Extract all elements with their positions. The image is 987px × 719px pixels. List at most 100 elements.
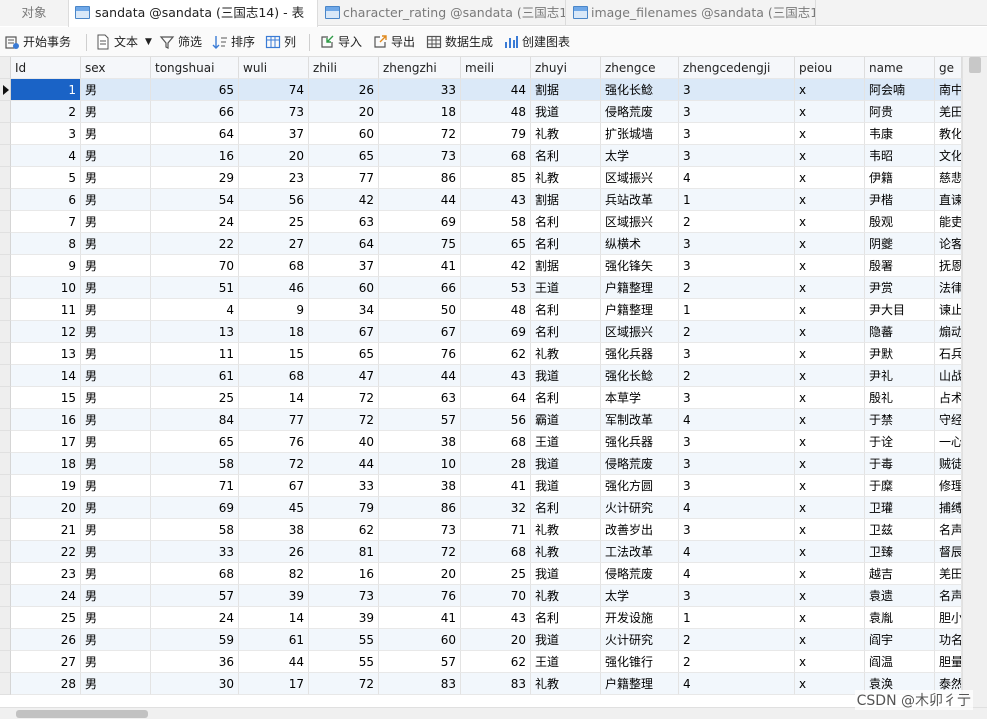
cell-peiou[interactable]: x: [795, 629, 865, 651]
cell-zhili[interactable]: 20: [309, 101, 379, 123]
cell-id[interactable]: 10: [11, 277, 81, 299]
cell-tongshuai[interactable]: 65: [151, 431, 239, 453]
cell-zhili[interactable]: 65: [309, 145, 379, 167]
cell-sex[interactable]: 男: [81, 321, 151, 343]
cell-peiou[interactable]: x: [795, 343, 865, 365]
cell-peiou[interactable]: x: [795, 365, 865, 387]
cell-tongshuai[interactable]: 58: [151, 453, 239, 475]
cell-meili[interactable]: 71: [461, 519, 531, 541]
cell-zhengce[interactable]: 太学: [601, 145, 679, 167]
cell-zhengcedengji[interactable]: 3: [679, 255, 795, 277]
cell-name[interactable]: 伊籍: [865, 167, 935, 189]
cell-tongshuai[interactable]: 68: [151, 563, 239, 585]
cell-name[interactable]: 卫兹: [865, 519, 935, 541]
cell-id[interactable]: 17: [11, 431, 81, 453]
table-row[interactable]: 28 男 30 17 72 83 83 礼教 户籍整理 4 x 袁涣 泰然: [0, 673, 962, 695]
row-indicator[interactable]: [0, 387, 11, 409]
cell-zhuyi[interactable]: 王道: [531, 277, 601, 299]
cell-ge[interactable]: 贼徒: [935, 453, 962, 475]
cell-name[interactable]: 于毒: [865, 453, 935, 475]
column-header-id[interactable]: Id: [11, 57, 81, 79]
cell-zhengzhi[interactable]: 86: [379, 497, 461, 519]
cell-meili[interactable]: 64: [461, 387, 531, 409]
cell-sex[interactable]: 男: [81, 299, 151, 321]
cell-sex[interactable]: 男: [81, 475, 151, 497]
cell-sex[interactable]: 男: [81, 277, 151, 299]
cell-id[interactable]: 27: [11, 651, 81, 673]
cell-id[interactable]: 22: [11, 541, 81, 563]
cell-tongshuai[interactable]: 24: [151, 211, 239, 233]
cell-sex[interactable]: 男: [81, 189, 151, 211]
cell-peiou[interactable]: x: [795, 255, 865, 277]
cell-meili[interactable]: 44: [461, 79, 531, 101]
cell-tongshuai[interactable]: 65: [151, 79, 239, 101]
cell-id[interactable]: 16: [11, 409, 81, 431]
cell-wuli[interactable]: 27: [239, 233, 309, 255]
column-header-ge[interactable]: ge: [935, 57, 962, 79]
cell-tongshuai[interactable]: 64: [151, 123, 239, 145]
cell-sex[interactable]: 男: [81, 409, 151, 431]
cell-zhuyi[interactable]: 割据: [531, 79, 601, 101]
cell-zhili[interactable]: 39: [309, 607, 379, 629]
table-row[interactable]: 13 男 11 15 65 76 62 礼教 强化兵器 3 x 尹默 石兵: [0, 343, 962, 365]
cell-meili[interactable]: 68: [461, 541, 531, 563]
cell-zhengce[interactable]: 强化长鲶: [601, 365, 679, 387]
row-indicator[interactable]: [0, 123, 11, 145]
table-row[interactable]: 8 男 22 27 64 75 65 名利 纵横术 3 x 阴夔 论客: [0, 233, 962, 255]
cell-zhuyi[interactable]: 礼教: [531, 519, 601, 541]
cell-peiou[interactable]: x: [795, 519, 865, 541]
cell-zhengcedengji[interactable]: 1: [679, 607, 795, 629]
table-row[interactable]: 14 男 61 68 47 44 43 我道 强化长鲶 2 x 尹礼 山战: [0, 365, 962, 387]
cell-sex[interactable]: 男: [81, 123, 151, 145]
cell-ge[interactable]: 直谏: [935, 189, 962, 211]
cell-zhengzhi[interactable]: 76: [379, 343, 461, 365]
cell-wuli[interactable]: 76: [239, 431, 309, 453]
cell-wuli[interactable]: 37: [239, 123, 309, 145]
cell-zhili[interactable]: 33: [309, 475, 379, 497]
cell-sex[interactable]: 男: [81, 607, 151, 629]
cell-zhili[interactable]: 79: [309, 497, 379, 519]
cell-id[interactable]: 5: [11, 167, 81, 189]
cell-peiou[interactable]: x: [795, 101, 865, 123]
cell-id[interactable]: 2: [11, 101, 81, 123]
cell-meili[interactable]: 56: [461, 409, 531, 431]
cell-sex[interactable]: 男: [81, 167, 151, 189]
cell-zhuyi[interactable]: 名利: [531, 321, 601, 343]
cell-zhili[interactable]: 26: [309, 79, 379, 101]
cell-tongshuai[interactable]: 71: [151, 475, 239, 497]
row-indicator[interactable]: [0, 145, 11, 167]
cell-id[interactable]: 12: [11, 321, 81, 343]
table-row[interactable]: 18 男 58 72 44 10 28 我道 侵略荒废 3 x 于毒 贼徒: [0, 453, 962, 475]
cell-zhili[interactable]: 55: [309, 651, 379, 673]
cell-zhili[interactable]: 55: [309, 629, 379, 651]
cell-zhengzhi[interactable]: 69: [379, 211, 461, 233]
cell-meili[interactable]: 43: [461, 365, 531, 387]
row-indicator[interactable]: [0, 343, 11, 365]
cell-meili[interactable]: 70: [461, 585, 531, 607]
cell-zhengzhi[interactable]: 18: [379, 101, 461, 123]
cell-zhuyi[interactable]: 名利: [531, 387, 601, 409]
cell-zhengcedengji[interactable]: 4: [679, 497, 795, 519]
cell-sex[interactable]: 男: [81, 387, 151, 409]
cell-sex[interactable]: 男: [81, 365, 151, 387]
cell-peiou[interactable]: x: [795, 145, 865, 167]
tab-objects[interactable]: 对象: [0, 0, 68, 26]
cell-tongshuai[interactable]: 4: [151, 299, 239, 321]
cell-tongshuai[interactable]: 11: [151, 343, 239, 365]
cell-wuli[interactable]: 17: [239, 673, 309, 695]
horizontal-scrollbar[interactable]: [0, 707, 987, 719]
cell-meili[interactable]: 28: [461, 453, 531, 475]
cell-sex[interactable]: 男: [81, 497, 151, 519]
cell-zhengcedengji[interactable]: 4: [679, 167, 795, 189]
cell-name[interactable]: 袁遗: [865, 585, 935, 607]
cell-ge[interactable]: 煽动: [935, 321, 962, 343]
cell-zhengzhi[interactable]: 50: [379, 299, 461, 321]
cell-wuli[interactable]: 23: [239, 167, 309, 189]
cell-zhuyi[interactable]: 礼教: [531, 541, 601, 563]
cell-zhengcedengji[interactable]: 3: [679, 475, 795, 497]
cell-name[interactable]: 尹默: [865, 343, 935, 365]
cell-zhuyi[interactable]: 礼教: [531, 123, 601, 145]
cell-sex[interactable]: 男: [81, 585, 151, 607]
cell-zhengzhi[interactable]: 44: [379, 365, 461, 387]
cell-ge[interactable]: 一心: [935, 431, 962, 453]
